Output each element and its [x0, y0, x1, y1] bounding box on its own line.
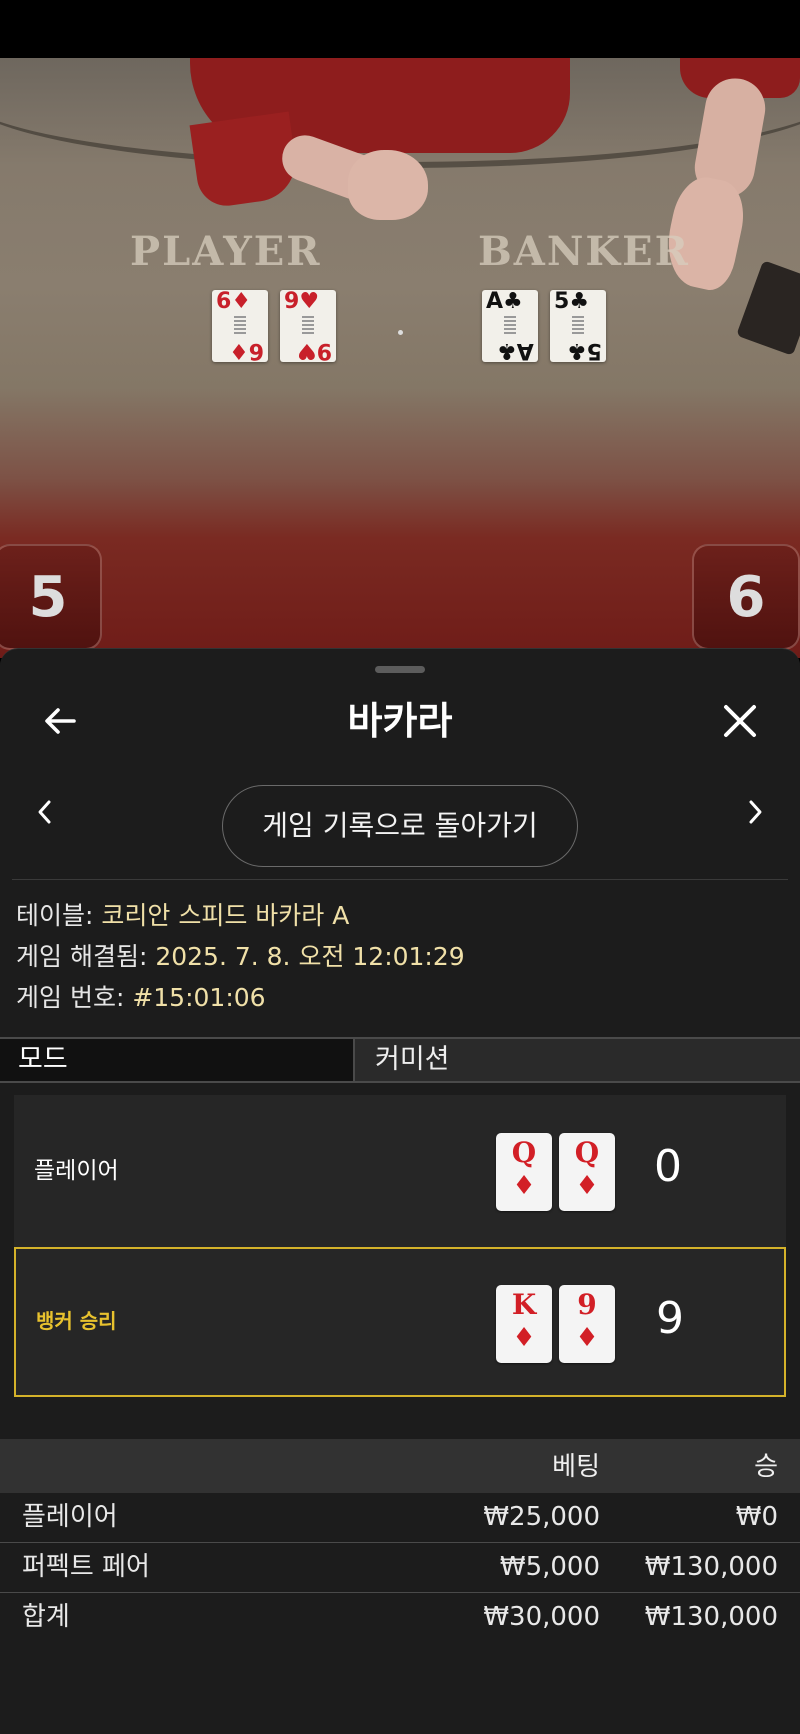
banker-win-label: 뱅커 승리	[36, 1309, 117, 1333]
dealer-left-hand	[348, 150, 428, 220]
info-value: 코리안 스피드 바카라 A	[101, 901, 350, 930]
diamond-suit-icon: ♦	[575, 1323, 599, 1353]
diamond-suit-icon: ♦	[512, 1323, 536, 1353]
total-win-amount: ₩130,000	[644, 1602, 778, 1632]
table-row: 퍼펙트 페어 ₩5,000 ₩130,000	[0, 1543, 800, 1593]
close-icon	[724, 705, 756, 737]
card-corner: 9♥	[296, 338, 332, 363]
mode-label: 모드	[0, 1039, 355, 1081]
card-corner: 5♣	[566, 338, 602, 363]
card-corner: 9♥	[284, 289, 320, 314]
win-column-header: 승	[754, 1452, 778, 1482]
card-center	[234, 316, 246, 336]
table-center-dot	[398, 330, 403, 335]
bet-column-header: 베팅	[552, 1452, 600, 1482]
banker-result-row: 뱅커 승리 K ♦ 9 ♦ 9	[14, 1247, 786, 1397]
card-corner: A♣	[486, 289, 523, 314]
player-result-label: 플레이어	[34, 1158, 119, 1184]
card-center	[504, 316, 516, 336]
round-result-panel: 플레이어 Q ♦ Q ♦ 0 뱅커 승리 K ♦ 9 ♦ 9	[14, 1095, 786, 1397]
player-result-row: 플레이어 Q ♦ Q ♦ 0	[14, 1095, 786, 1245]
total-row: 합계 ₩30,000 ₩130,000	[0, 1593, 800, 1643]
status-bar	[0, 0, 800, 58]
banker-card-2: 9 ♦	[559, 1285, 615, 1363]
banker-score-box: 6	[692, 544, 800, 650]
chevron-left-icon	[38, 800, 51, 824]
card-center	[572, 316, 584, 336]
sheet-drag-handle[interactable]	[375, 666, 425, 673]
card-rank: Q	[574, 1136, 600, 1169]
card-center	[302, 316, 314, 336]
table-card-banker-1: A♣ A♣	[482, 289, 538, 363]
divider	[12, 879, 788, 880]
card-rank: 9	[577, 1288, 597, 1321]
info-resolved: 게임 해결됨: 2025. 7. 8. 오전 12:01:29	[16, 940, 465, 974]
total-label: 합계	[22, 1602, 70, 1632]
player-card-2: Q ♦	[559, 1133, 615, 1211]
player-score-box: 5	[0, 544, 102, 650]
info-game-number: 게임 번호: #15:01:06	[16, 981, 266, 1015]
card-corner: 6♦	[228, 338, 264, 363]
bet-summary-table: 베팅 승 플레이어 ₩25,000 ₩0 퍼펙트 페어 ₩5,000 ₩130,…	[0, 1437, 800, 1643]
felt-player-label: PLAYER	[130, 228, 322, 275]
mode-bar: 모드 커미션	[0, 1037, 800, 1083]
info-value: 2025. 7. 8. 오전 12:01:29	[155, 942, 465, 971]
bet-table-header: 베팅 승	[0, 1437, 800, 1493]
previous-game-button[interactable]	[20, 787, 70, 837]
game-detail-sheet: 바카라 게임 기록으로 돌아가기 테이블: 코리안 스피드 바카라 A 게임 해…	[0, 648, 800, 1734]
bet-name: 퍼펙트 페어	[22, 1552, 150, 1582]
total-bet-amount: ₩30,000	[483, 1602, 600, 1632]
info-key: 테이블:	[16, 901, 102, 930]
close-button[interactable]	[708, 689, 772, 753]
table-row: 플레이어 ₩25,000 ₩0	[0, 1493, 800, 1543]
card-rank: Q	[511, 1136, 537, 1169]
diamond-suit-icon: ♦	[575, 1171, 599, 1201]
back-to-history-button[interactable]: 게임 기록으로 돌아가기	[222, 785, 578, 867]
info-value: #15:01:06	[132, 983, 266, 1012]
info-table: 테이블: 코리안 스피드 바카라 A	[16, 899, 349, 933]
bet-name: 플레이어	[22, 1502, 118, 1532]
info-key: 게임 해결됨:	[16, 942, 156, 971]
table-card-player-1: 6♦ 6♦	[212, 289, 268, 363]
banker-card-1: K ♦	[496, 1285, 552, 1363]
card-shoe	[736, 260, 800, 356]
info-key: 게임 번호:	[16, 983, 133, 1012]
card-corner: 5♣	[554, 289, 590, 314]
win-amount: ₩130,000	[644, 1552, 778, 1582]
card-corner: A♣	[497, 338, 534, 363]
win-amount: ₩0	[735, 1502, 778, 1532]
page-title: 바카라	[347, 699, 453, 743]
felt-banker-label: BANKER	[478, 228, 690, 275]
next-game-button[interactable]	[730, 787, 780, 837]
table-card-player-2: 9♥ 9♥	[280, 289, 336, 363]
banker-total-score: 9	[656, 1293, 684, 1344]
bet-amount: ₩5,000	[499, 1552, 600, 1582]
table-card-banker-2: 5♣ 5♣	[550, 289, 606, 363]
player-card-1: Q ♦	[496, 1133, 552, 1211]
mode-value: 커미션	[375, 1044, 450, 1075]
player-total-score: 0	[654, 1141, 682, 1192]
card-corner: 6♦	[216, 289, 252, 314]
bet-amount: ₩25,000	[483, 1502, 600, 1532]
card-rank: K	[511, 1288, 537, 1321]
diamond-suit-icon: ♦	[512, 1171, 536, 1201]
chevron-right-icon	[749, 800, 762, 824]
live-video-frame: PLAYER BANKER 6♦ 6♦ 9♥ 9♥ A♣ A♣ 5♣ 5♣ 5 …	[0, 58, 800, 658]
